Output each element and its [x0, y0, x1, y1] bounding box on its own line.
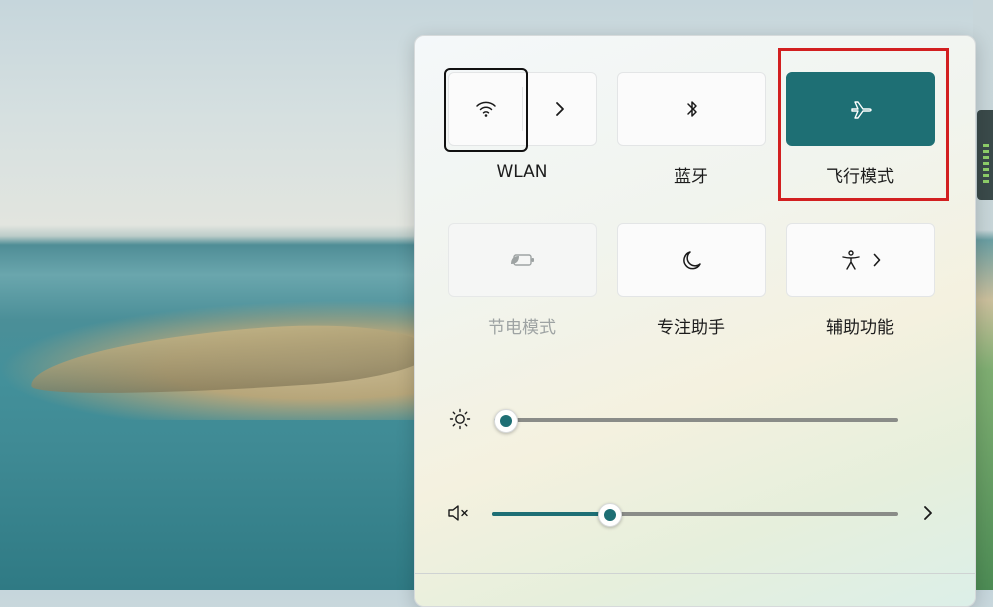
bluetooth-icon [685, 98, 699, 120]
accessibility-label: 辅助功能 [826, 318, 894, 338]
accessibility-icon [840, 249, 862, 271]
airplane-icon [849, 98, 873, 120]
focus-assist-toggle-button[interactable] [617, 223, 766, 297]
bluetooth-label: 蓝牙 [674, 167, 708, 187]
battery-saver-label: 节电模式 [488, 318, 556, 338]
brightness-slider-track [494, 418, 898, 422]
focus-assist-label: 专注助手 [657, 318, 725, 338]
wifi-icon [475, 100, 497, 118]
accessibility-toggle-button[interactable] [786, 223, 935, 297]
wlan-label: WLAN [496, 162, 548, 182]
volume-slider-thumb[interactable] [598, 503, 622, 527]
battery-saver-toggle-button [448, 223, 597, 297]
volume-slider-fill [492, 512, 610, 516]
bluetooth-toggle-button[interactable] [617, 72, 766, 146]
battery-saver-icon [509, 251, 537, 269]
wlan-expand-button[interactable] [523, 73, 596, 145]
volume-muted-icon[interactable] [446, 502, 472, 524]
edge-volume-meter [977, 110, 993, 200]
brightness-slider[interactable] [494, 405, 898, 435]
panel-divider [415, 573, 975, 574]
moon-icon [681, 249, 703, 271]
chevron-right-icon [872, 252, 882, 268]
wallpaper-right-edge [973, 0, 993, 590]
chevron-right-icon [554, 100, 566, 118]
sun-icon [449, 408, 471, 430]
wlan-tile [448, 72, 597, 146]
brightness-slider-thumb[interactable] [494, 409, 518, 433]
airplane-mode-toggle-button[interactable] [786, 72, 935, 146]
volume-output-chevron-button[interactable] [921, 503, 935, 523]
airplane-mode-label: 飞行模式 [826, 167, 894, 187]
volume-slider[interactable] [492, 499, 898, 529]
wlan-toggle-button[interactable] [449, 73, 522, 145]
